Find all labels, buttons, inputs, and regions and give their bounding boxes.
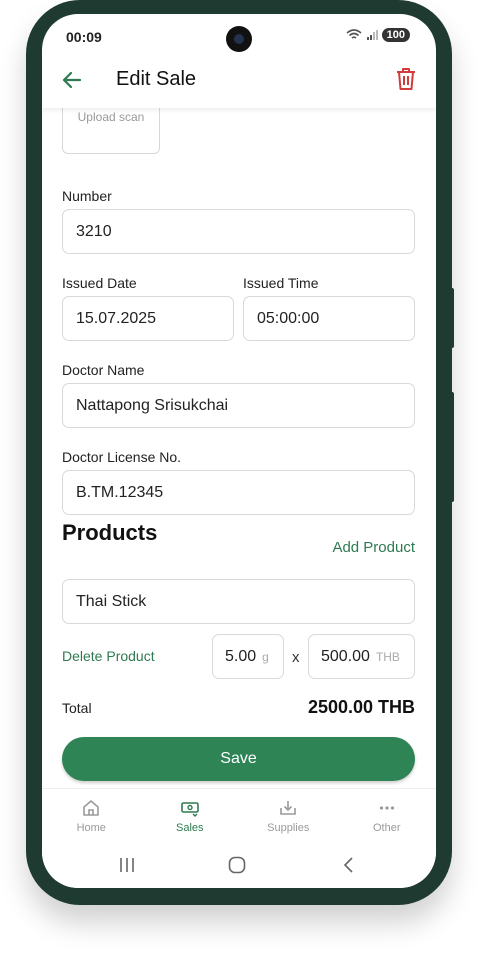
doctor-name-value: Nattapong Srisukchai <box>76 396 229 414</box>
multiply-sign: x <box>292 649 300 666</box>
nav-home[interactable]: Home <box>42 789 141 845</box>
nav-sales-label: Sales <box>175 822 204 834</box>
quantity-unit: g <box>262 649 269 664</box>
nav-other[interactable]: Other <box>338 789 437 845</box>
doctor-license-value: B.TM.12345 <box>76 483 164 501</box>
volume-button <box>450 288 454 348</box>
price-field[interactable]: 500.00 THB <box>308 634 415 679</box>
total-value: 2500.00 THB <box>307 697 415 717</box>
back-chevron-icon[interactable] <box>340 856 358 874</box>
product-name-value: Thai Stick <box>76 592 147 610</box>
battery-indicator: 100 <box>381 28 410 42</box>
form-content: Upload scan Number 3210 Issued Date 15.0… <box>42 98 436 788</box>
upload-scan-label: Upload scan <box>77 110 145 124</box>
quantity-value: 5.00 <box>225 647 257 665</box>
doctor-name-field[interactable]: Nattapong Srisukchai <box>62 383 415 428</box>
power-button <box>450 392 454 502</box>
screen: 00:09 100 Edit Sale Upload scan Number 3… <box>42 14 436 888</box>
issued-date-label: Issued Date <box>62 275 137 291</box>
quantity-field[interactable]: 5.00 g <box>212 634 284 679</box>
home-icon <box>83 800 100 816</box>
doctor-license-label: Doctor License No. <box>62 449 182 465</box>
save-button[interactable]: Save <box>62 737 415 781</box>
signal-icon <box>366 30 378 40</box>
issued-time-field[interactable]: 05:00:00 <box>243 296 415 341</box>
nav-home-label: Home <box>76 822 106 834</box>
price-currency: THB <box>375 649 400 664</box>
status-time: 00:09 <box>66 29 102 45</box>
issued-date-field[interactable]: 15.07.2025 <box>62 296 234 341</box>
more-icon <box>379 806 394 810</box>
page-title: Edit Sale <box>116 68 197 90</box>
nav-supplies[interactable]: Supplies <box>239 789 338 845</box>
doctor-name-label: Doctor Name <box>62 362 145 378</box>
number-label: Number <box>62 188 112 204</box>
wifi-icon <box>346 29 362 39</box>
status-icons: 100 <box>346 28 410 42</box>
bottom-nav: Home Sales Supplies Other <box>42 788 436 845</box>
app-bar: Edit Sale <box>42 60 436 108</box>
products-heading: Products <box>62 520 158 545</box>
issued-time-value: 05:00:00 <box>257 309 320 327</box>
nav-other-label: Other <box>372 822 401 834</box>
camera-cutout <box>226 26 252 52</box>
product-name-field[interactable]: Thai Stick <box>62 579 415 624</box>
doctor-license-field[interactable]: B.TM.12345 <box>62 470 415 515</box>
total-label: Total <box>62 700 92 716</box>
download-icon <box>280 801 297 815</box>
trash-icon[interactable] <box>394 66 418 92</box>
nav-sales[interactable]: Sales <box>141 789 240 845</box>
cash-icon <box>180 802 199 817</box>
status-bar: 00:09 100 <box>42 14 436 60</box>
price-value: 500.00 <box>321 647 370 665</box>
delete-product-link[interactable]: Delete Product <box>62 648 155 664</box>
number-value: 3210 <box>76 222 112 240</box>
save-button-label: Save <box>220 750 257 767</box>
number-field[interactable]: 3210 <box>62 209 415 254</box>
add-product-link[interactable]: Add Product <box>332 539 415 556</box>
back-arrow-icon[interactable] <box>60 68 84 92</box>
issued-time-label: Issued Time <box>243 275 319 291</box>
home-circle-icon[interactable] <box>228 856 246 874</box>
system-nav-bar <box>42 844 436 888</box>
recents-icon[interactable] <box>118 856 136 874</box>
issued-date-value: 15.07.2025 <box>76 309 157 327</box>
nav-supplies-label: Supplies <box>267 822 310 834</box>
